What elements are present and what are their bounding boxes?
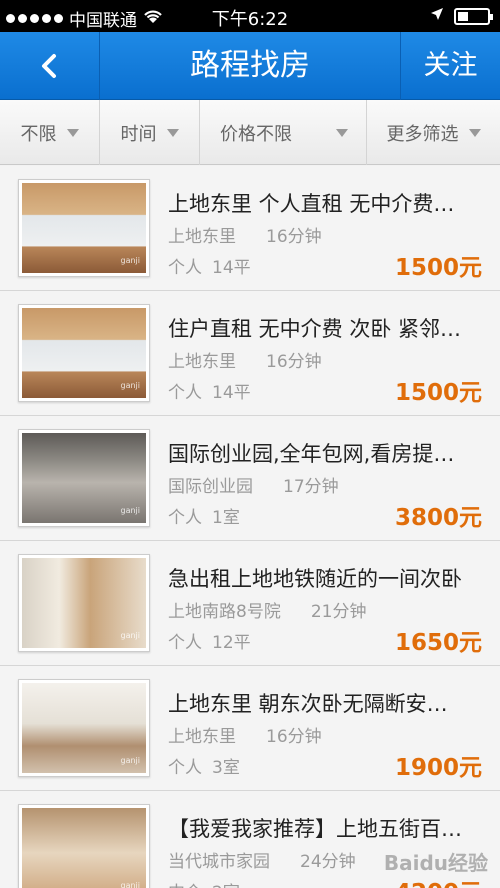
listing-source: 个人 xyxy=(168,508,202,528)
filter-price[interactable]: 价格不限 xyxy=(200,100,367,165)
listing-price: 1500元 xyxy=(394,380,482,406)
page-title: 路程找房 xyxy=(190,48,310,83)
listing-photo: ganji xyxy=(18,679,150,777)
listing-location: 上地东里 16分钟 xyxy=(168,222,322,247)
listing-area: 国际创业园 xyxy=(168,477,253,497)
listing-photo: ganji xyxy=(18,554,150,652)
filter-label: 价格不限 xyxy=(220,123,292,145)
listing-area: 上地东里 xyxy=(168,727,236,747)
listing-area: 当代城市家园 xyxy=(168,852,270,872)
status-right xyxy=(430,6,493,26)
filter-time[interactable]: 时间 xyxy=(100,100,200,165)
listing-size: 14平 xyxy=(212,258,251,278)
listing-duration: 17分钟 xyxy=(283,477,339,497)
listing-price: 1650元 xyxy=(394,630,482,656)
listing-price: 1500元 xyxy=(394,255,482,281)
list-item[interactable]: ganji 急出租上地地铁随近的一间次卧 上地南路8号院 21分钟 个人 12平 1… xyxy=(0,541,500,666)
listing-list: ganji 上地东里 个人直租 无中介费… 上地东里 16分钟 个人 14平 150… xyxy=(0,166,500,888)
filter-label: 不限 xyxy=(20,123,57,145)
photo-watermark: ganji xyxy=(120,506,141,515)
filter-unlimited[interactable]: 不限 xyxy=(0,100,100,165)
listing-title: 上地东里 朝东次卧无隔断安… xyxy=(168,692,448,716)
photo-watermark: ganji xyxy=(120,381,141,390)
filter-bar: 不限 时间 价格不限 更多筛选 xyxy=(0,100,500,165)
location-arrow-icon xyxy=(430,6,444,26)
list-item[interactable]: ganji 住户直租 无中介费 次卧 紧邻… 上地东里 16分钟 个人 14平 15… xyxy=(0,291,500,416)
back-button[interactable] xyxy=(0,32,100,100)
caret-down-icon xyxy=(66,128,79,137)
photo-watermark: ganji xyxy=(120,756,141,765)
filter-label: 更多筛选 xyxy=(386,123,459,145)
filter-label: 时间 xyxy=(120,123,157,145)
listing-photo: ganji xyxy=(18,179,150,277)
listing-title: 住户直租 无中介费 次卧 紧邻… xyxy=(168,317,462,341)
listing-info: 个人 3室 xyxy=(168,753,240,778)
listing-size: 12平 xyxy=(212,633,251,653)
chevron-left-icon xyxy=(41,54,56,78)
listing-source: 个人 xyxy=(168,383,202,403)
listing-location: 国际创业园 17分钟 xyxy=(168,472,339,497)
listing-source: 个人 xyxy=(168,633,202,653)
follow-button[interactable]: 关注 xyxy=(400,32,500,100)
baidu-watermark: Baidu经验 xyxy=(383,851,488,875)
listing-source: 个人 xyxy=(168,758,202,778)
filter-more[interactable]: 更多筛选 xyxy=(367,100,500,165)
listing-location: 上地南路8号院 21分钟 xyxy=(168,597,366,622)
listing-duration: 21分钟 xyxy=(310,602,367,622)
listing-area: 上地东里 xyxy=(168,227,236,247)
listing-area: 上地东里 xyxy=(168,352,236,372)
listing-photo: ganji xyxy=(18,429,150,527)
battery-icon xyxy=(454,7,493,25)
listing-info: 个人 14平 xyxy=(168,378,251,403)
listing-duration: 16分钟 xyxy=(266,352,322,372)
listing-info: 个人 14平 xyxy=(168,253,251,278)
listing-photo: ganji xyxy=(18,304,150,402)
status-bar: 中国联通 下午6:22 xyxy=(0,0,500,32)
listing-location: 上地东里 16分钟 xyxy=(168,347,322,372)
listing-size: 3室 xyxy=(212,758,240,778)
listing-source: 中介 xyxy=(168,883,202,888)
photo-watermark: ganji xyxy=(120,631,141,640)
listing-location: 当代城市家园 24分钟 xyxy=(168,847,356,872)
caret-down-icon xyxy=(166,128,179,137)
listing-title: 急出租上地地铁随近的一间次卧 xyxy=(168,567,462,591)
list-item[interactable]: ganji 上地东里 朝东次卧无隔断安… 上地东里 16分钟 个人 3室 1900元 xyxy=(0,666,500,791)
photo-watermark: ganji xyxy=(120,256,141,265)
listing-area: 上地南路8号院 xyxy=(168,602,281,622)
listing-duration: 16分钟 xyxy=(266,227,322,247)
listing-info: 个人 1室 xyxy=(168,503,240,528)
listing-source: 个人 xyxy=(168,258,202,278)
listing-duration: 16分钟 xyxy=(266,727,322,747)
list-item[interactable]: ganji 国际创业园,全年包网,看房提… 国际创业园 17分钟 个人 1室 380… xyxy=(0,416,500,541)
listing-info: 中介 2室 xyxy=(168,878,240,888)
caret-down-icon xyxy=(336,129,348,137)
listing-location: 上地东里 16分钟 xyxy=(168,722,322,747)
listing-title: 上地东里 个人直租 无中介费… xyxy=(168,192,455,216)
listing-duration: 24分钟 xyxy=(300,852,356,872)
listing-title: 国际创业园,全年包网,看房提… xyxy=(168,442,455,466)
listing-price: 1900元 xyxy=(394,755,482,781)
listing-title: 【我爱我家推荐】上地五街百… xyxy=(168,817,462,841)
list-item[interactable]: ganji 上地东里 个人直租 无中介费… 上地东里 16分钟 个人 14平 150… xyxy=(0,166,500,291)
listing-size: 14平 xyxy=(212,383,251,403)
listing-photo: ganji xyxy=(18,804,150,888)
listing-size: 2室 xyxy=(212,883,240,888)
caret-down-icon xyxy=(468,128,481,137)
nav-bar: 路程找房 关注 xyxy=(0,32,500,100)
photo-watermark: ganji xyxy=(120,881,141,888)
listing-size: 1室 xyxy=(212,508,240,528)
status-time: 下午6:22 xyxy=(211,9,289,30)
listing-price: 3800元 xyxy=(394,505,482,531)
listing-info: 个人 12平 xyxy=(168,628,251,653)
